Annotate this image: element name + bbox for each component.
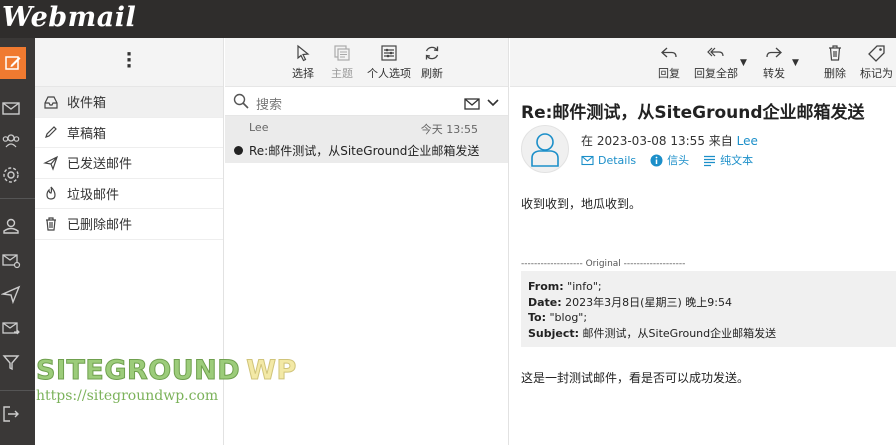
reader-toolbar: 回复 回复全部 ▼ 转发 ▼ 删除 标记为 xyxy=(510,38,896,87)
folder-item-trash[interactable]: 已删除邮件 xyxy=(35,209,223,240)
settings-icon[interactable] xyxy=(1,165,21,185)
logout-icon[interactable] xyxy=(1,404,21,424)
unread-dot-icon[interactable] xyxy=(234,146,243,155)
message-time: 今天 13:55 xyxy=(420,123,478,136)
headers-link[interactable]: 信头 xyxy=(650,152,689,168)
envelope-icon xyxy=(581,155,594,165)
message-row[interactable]: Lee 今天 13:55 Re:邮件测试，从SiteGround企业邮箱发送 xyxy=(225,116,508,163)
original-separator: ------------------- Original -----------… xyxy=(521,259,686,269)
list-options-icon xyxy=(380,44,398,62)
mail-icon[interactable] xyxy=(1,98,21,118)
delete-button[interactable]: 删除 xyxy=(824,44,846,81)
chevron-down-icon[interactable] xyxy=(487,94,499,107)
forward-icon xyxy=(765,44,783,62)
folder-label: 已发送邮件 xyxy=(67,157,133,173)
folder-header: · · · xyxy=(35,38,223,87)
pencil-icon xyxy=(43,124,59,140)
message-actions: Details 信头 纯文本 xyxy=(581,152,767,168)
reading-pane: 回复 回复全部 ▼ 转发 ▼ 删除 标记为 Re:邮件测试，从SiteGroun… xyxy=(510,38,896,445)
search-input[interactable]: 搜索 xyxy=(256,94,282,113)
thread-button[interactable]: 主题 xyxy=(331,44,353,81)
mark-as-button[interactable]: 标记为 xyxy=(860,44,893,81)
thread-icon xyxy=(333,44,351,62)
plain-text-link[interactable]: 纯文本 xyxy=(703,152,753,168)
app-logo: Webmail xyxy=(2,2,137,33)
mail-settings-icon[interactable] xyxy=(1,250,21,270)
list-toolbar: 选择 主题 个人选项 刷新 xyxy=(225,38,508,87)
avatar xyxy=(521,125,569,173)
cursor-icon xyxy=(294,44,312,62)
folder-label: 已删除邮件 xyxy=(67,218,133,234)
select-button[interactable]: 选择 xyxy=(292,44,314,81)
quoted-headers: From: "info"; Date: 2023年3月8日(星期三) 晚上9:5… xyxy=(521,271,896,347)
reply-all-button[interactable]: 回复全部 xyxy=(694,44,738,81)
refresh-icon xyxy=(423,44,441,62)
message-sender: Lee xyxy=(249,121,269,134)
refresh-button[interactable]: 刷新 xyxy=(421,44,443,81)
folder-label: 草稿箱 xyxy=(67,126,107,142)
mail-filter-icon[interactable] xyxy=(464,95,480,110)
message-body-original: 这是一封测试邮件，看是否可以成功发送。 xyxy=(521,371,750,385)
sender-link[interactable]: Lee xyxy=(737,134,758,148)
watermark-title: SITEGROUND WP xyxy=(35,355,297,387)
rail-divider xyxy=(0,198,35,199)
caret-down-icon[interactable]: ▼ xyxy=(792,58,799,68)
trash-icon xyxy=(43,216,59,232)
folder-item-inbox[interactable]: 收件箱 xyxy=(35,87,223,118)
more-vertical-icon[interactable]: · · · xyxy=(125,46,133,76)
info-icon xyxy=(650,154,663,166)
tag-icon xyxy=(867,44,886,62)
folder-item-drafts[interactable]: 草稿箱 xyxy=(35,118,223,148)
search-bar: 搜索 xyxy=(225,87,508,116)
search-icon xyxy=(233,93,249,109)
reply-button[interactable]: 回复 xyxy=(658,44,680,81)
trash-icon xyxy=(826,44,844,62)
compose-button[interactable] xyxy=(0,47,26,79)
text-lines-icon xyxy=(704,155,716,166)
forward-icon[interactable] xyxy=(1,318,21,338)
filter-icon[interactable] xyxy=(1,352,21,372)
message-date: 在 2023-03-08 13:55 来自 xyxy=(581,134,733,148)
reply-all-icon xyxy=(707,44,725,62)
forward-button[interactable]: 转发 xyxy=(763,44,785,81)
details-link[interactable]: Details xyxy=(581,154,636,167)
caret-down-icon[interactable]: ▼ xyxy=(740,58,747,68)
send-icon xyxy=(43,155,59,171)
folder-item-sent[interactable]: 已发送邮件 xyxy=(35,148,223,179)
watermark-url: https://sitegroundwp.com xyxy=(36,388,219,404)
contacts-icon[interactable] xyxy=(1,131,21,151)
folder-item-junk[interactable]: 垃圾邮件 xyxy=(35,179,223,209)
folder-label: 垃圾邮件 xyxy=(67,187,120,203)
message-meta: 在 2023-03-08 13:55 来自 Lee xyxy=(581,132,758,149)
user-icon[interactable] xyxy=(1,216,21,236)
icon-rail xyxy=(0,38,35,445)
list-options-button[interactable]: 个人选项 xyxy=(367,44,411,81)
top-bar: Webmail xyxy=(0,0,896,38)
message-body-reply: 收到收到，地瓜收到。 xyxy=(521,197,642,211)
person-icon xyxy=(531,133,559,167)
compose-icon xyxy=(3,53,23,73)
inbox-icon xyxy=(43,94,59,110)
watermark: SITEGROUND WP https://sitegroundwp.com xyxy=(35,355,297,405)
folder-label: 收件箱 xyxy=(67,96,107,112)
rail-divider xyxy=(0,390,35,391)
message-subject: Re:邮件测试，从SiteGround企业邮箱发送 xyxy=(249,144,480,158)
message-subject-heading: Re:邮件测试，从SiteGround企业邮箱发送 xyxy=(521,103,865,123)
send-icon[interactable] xyxy=(0,284,21,305)
reply-icon xyxy=(660,44,678,62)
fire-icon xyxy=(43,185,59,201)
